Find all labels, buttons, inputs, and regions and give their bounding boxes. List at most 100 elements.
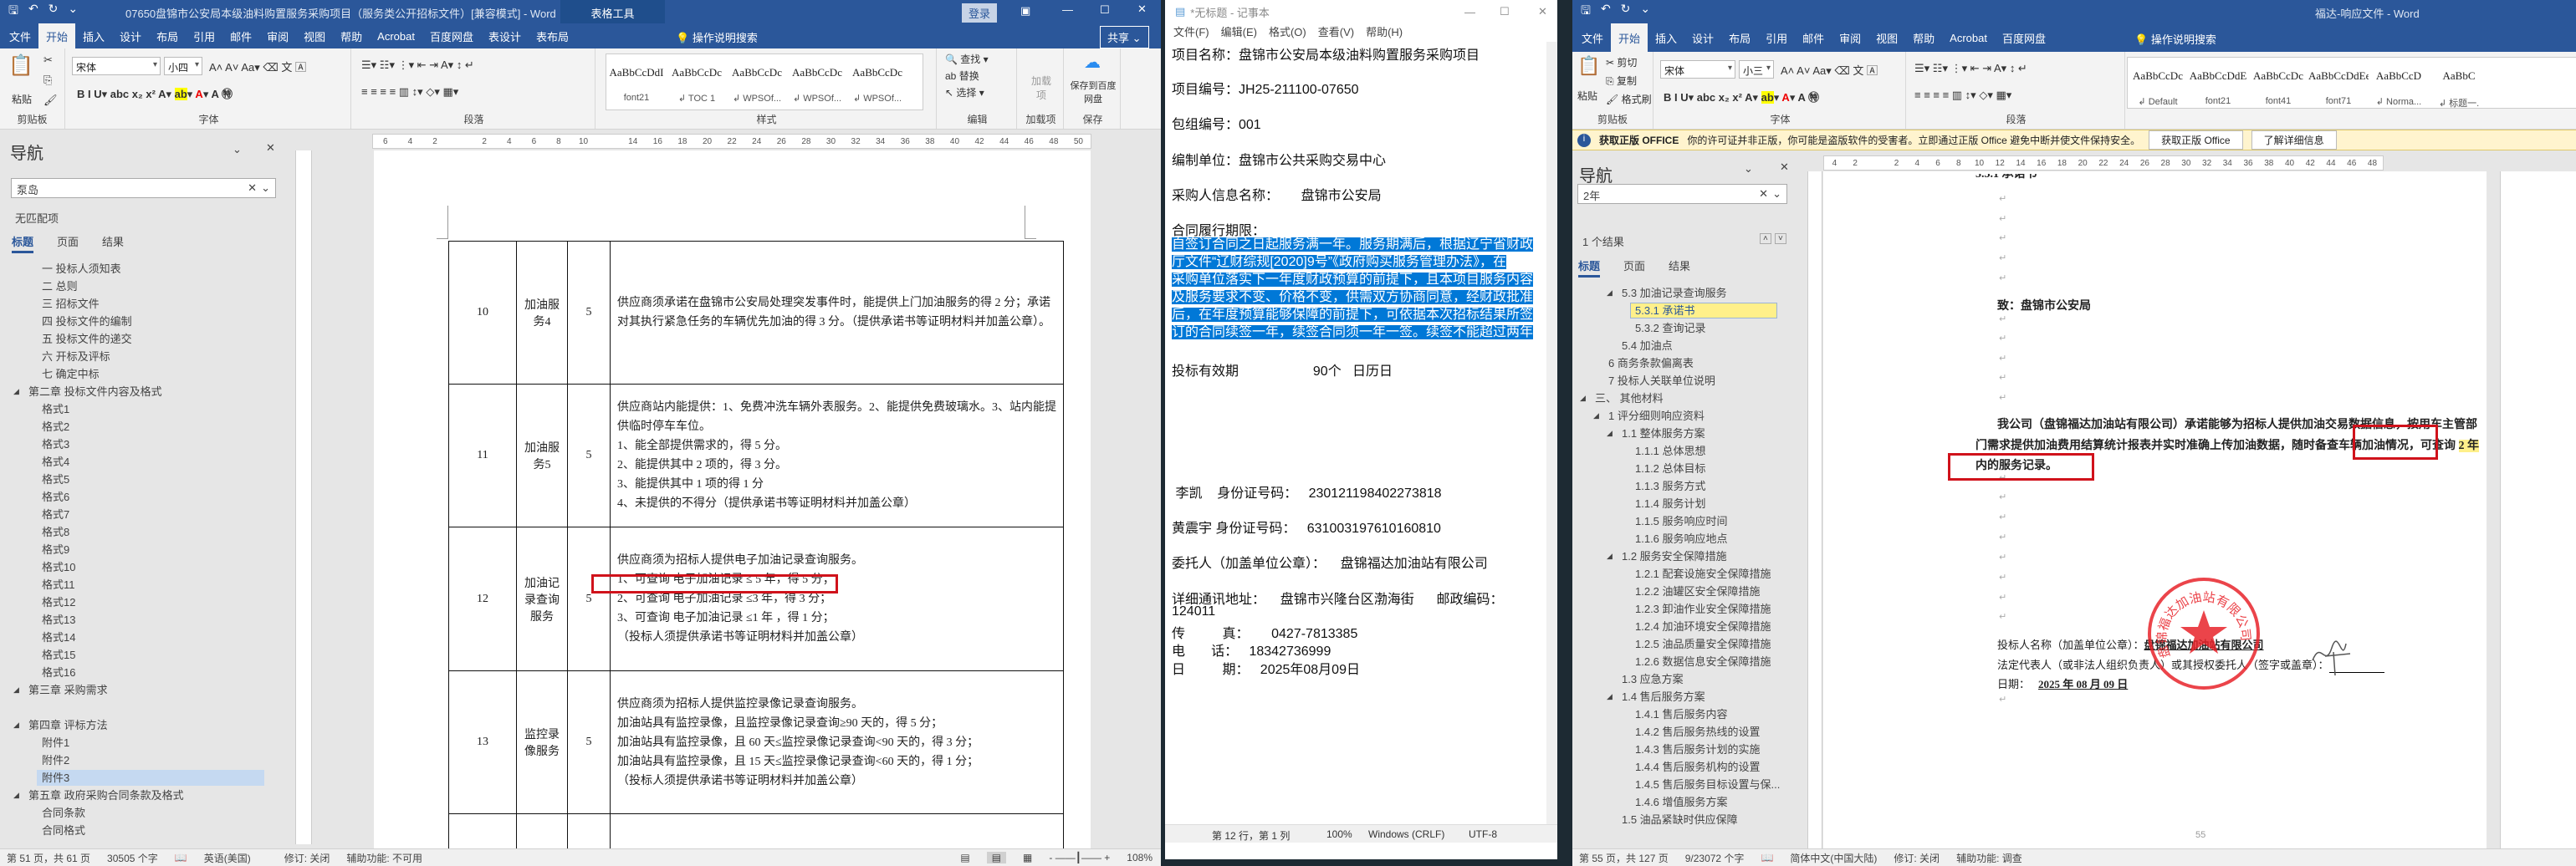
page-count[interactable]: 第 51 页，共 61 页 bbox=[7, 851, 90, 865]
nav-item[interactable]: 1.1.6 服务响应地点 bbox=[1572, 530, 1802, 548]
font-name-select[interactable]: 宋体 bbox=[72, 57, 161, 75]
tab-9[interactable]: 帮助 bbox=[333, 23, 370, 48]
nav-item[interactable]: 格式13 bbox=[0, 611, 368, 629]
nav-item[interactable]: 1.2.6 数据信息安全保障措施 bbox=[1572, 653, 1802, 670]
nav-item[interactable]: ◢ 1.2 服务安全保障措施 bbox=[1572, 548, 1802, 565]
save-to-baidu-button[interactable]: 保存到百度网盘 bbox=[1069, 79, 1117, 105]
format-painter-button[interactable]: 🖌 格式刷 bbox=[1606, 92, 1652, 106]
nav-item[interactable]: 合同格式 bbox=[0, 822, 368, 839]
previous-result-button[interactable]: ˄ bbox=[1760, 233, 1771, 244]
copy-icon[interactable]: ⎘ bbox=[43, 74, 52, 87]
cut-icon[interactable]: ✂ bbox=[43, 53, 53, 67]
nav-search-input[interactable]: 泵岛 ✕ ⌄ bbox=[11, 178, 276, 198]
tab-pages[interactable]: 页面 bbox=[1623, 257, 1645, 278]
tab-headings[interactable]: 标题 bbox=[1578, 257, 1601, 278]
nav-item[interactable]: 1.2.2 油罐区安全保障措施 bbox=[1572, 583, 1802, 600]
menu-item[interactable]: 格式(O) bbox=[1269, 23, 1306, 42]
nav-item[interactable]: ◢ 1 评分细则响应资料 bbox=[1572, 407, 1802, 425]
nav-item[interactable]: 附件2 bbox=[0, 751, 368, 769]
minimize-button[interactable]: — bbox=[1062, 3, 1073, 16]
nav-item[interactable]: 7 投标人关联单位说明 bbox=[1572, 372, 1802, 390]
nav-item[interactable]: 5.3.2 查询记录 bbox=[1572, 319, 1802, 337]
expand-triangle-icon[interactable]: ◢ bbox=[1607, 688, 1613, 706]
tab-8[interactable]: 视图 bbox=[296, 23, 333, 48]
nav-item[interactable]: 附件1 bbox=[0, 734, 368, 751]
page-count[interactable]: 第 55 页，共 127 页 bbox=[1579, 851, 1669, 865]
cut-button[interactable]: ✂ 剪切 bbox=[1606, 55, 1637, 69]
tab-13[interactable]: 表布局 bbox=[529, 23, 576, 48]
nav-item[interactable]: 三 招标文件 bbox=[0, 295, 368, 313]
nav-item[interactable]: 1.4.4 售后服务机构的设置 bbox=[1572, 758, 1802, 776]
nav-options-icon[interactable]: ⌄ bbox=[1744, 162, 1753, 176]
tell-me-search[interactable]: 💡 操作说明搜索 bbox=[676, 29, 758, 45]
language-status[interactable]: 简体中文(中国大陆) bbox=[1790, 851, 1877, 865]
zoom-level[interactable]: 108% bbox=[1127, 852, 1153, 863]
vertical-ruler[interactable] bbox=[295, 150, 312, 844]
menu-item[interactable]: 文件(F) bbox=[1173, 23, 1209, 42]
tab-10[interactable]: Acrobat bbox=[1942, 23, 1995, 52]
nav-item[interactable]: 1.5 油品紧缺时供应保障 bbox=[1572, 811, 1802, 828]
list-icons[interactable]: ☰▾ ☷▾ ⋮▾ ⇤ ⇥ A▾ ↕ ↵ bbox=[1914, 62, 2027, 75]
tab-4[interactable]: 布局 bbox=[149, 23, 186, 48]
style-item[interactable]: AaBbCcDdEe font71 bbox=[2308, 58, 2369, 108]
web-layout-icon[interactable]: ▦ bbox=[1023, 852, 1032, 863]
nav-item[interactable]: 5.4 加油点 bbox=[1572, 337, 1802, 354]
scroll-area[interactable] bbox=[1091, 150, 1161, 848]
expand-triangle-icon[interactable]: ◢ bbox=[1607, 548, 1613, 565]
clear-search-icon[interactable]: ✕ bbox=[1759, 187, 1768, 201]
login-button[interactable]: 登录 bbox=[962, 3, 998, 23]
format-painter-icon[interactable]: 🖌 bbox=[43, 94, 58, 107]
undo-icon[interactable]: ↶ bbox=[28, 2, 38, 22]
maximize-button[interactable]: ☐ bbox=[1500, 5, 1510, 18]
ribbon-display-icon[interactable]: ▣ bbox=[1020, 4, 1030, 18]
get-genuine-office-button[interactable]: 获取正版 Office bbox=[2149, 130, 2243, 150]
nav-item[interactable]: 1.2.5 油品质量安全保障措施 bbox=[1572, 635, 1802, 653]
language-status[interactable]: 英语(美国) bbox=[204, 851, 251, 865]
customize-icon[interactable]: ⌄ bbox=[68, 2, 78, 22]
nav-item[interactable]: 1.2.1 配套设施安全保障措施 bbox=[1572, 565, 1802, 583]
expand-triangle-icon[interactable]: ◢ bbox=[1607, 284, 1613, 302]
menu-item[interactable]: 编辑(E) bbox=[1221, 23, 1257, 42]
tab-4[interactable]: 布局 bbox=[1721, 23, 1758, 52]
maximize-button[interactable]: ☐ bbox=[1100, 3, 1110, 17]
search-dropdown-icon[interactable]: ⌄ bbox=[261, 181, 270, 195]
tell-me-search[interactable]: 💡 操作说明搜索 bbox=[2134, 31, 2216, 47]
tab-1[interactable]: 开始 bbox=[1611, 23, 1648, 52]
style-item[interactable]: AaBbCcDc ↲ TOC 1 bbox=[667, 54, 727, 110]
nav-item[interactable]: ◢ 第四章 评标方法 bbox=[0, 716, 368, 734]
nav-item[interactable]: 1.3 应急方案 bbox=[1572, 670, 1802, 688]
align-icons[interactable]: ≡ ≡ ≡ ≡ ▥ ↕▾ ◇▾ ▦▾ bbox=[361, 85, 458, 99]
nav-item[interactable]: 六 开标及评标 bbox=[0, 348, 368, 365]
nav-item[interactable]: 格式9 bbox=[0, 541, 368, 558]
horizontal-ruler[interactable]: 6 4 2 2 4 6 8 10 14 16 18 20 22 24 26 28 30 32 34 36 38 40 42 4… bbox=[372, 134, 1091, 149]
nav-item[interactable]: 1.4.6 增值服务方案 bbox=[1572, 793, 1802, 811]
vertical-ruler[interactable] bbox=[1807, 171, 1822, 848]
nav-item[interactable]: 七 确定中标 bbox=[0, 365, 368, 383]
tab-headings[interactable]: 标题 bbox=[12, 233, 34, 253]
tab-7[interactable]: 审阅 bbox=[1832, 23, 1868, 52]
next-result-button[interactable]: ˅ bbox=[1775, 233, 1786, 244]
tab-0[interactable]: 文件 bbox=[1574, 23, 1611, 52]
nav-item[interactable]: 附件3 bbox=[0, 769, 368, 787]
share-button[interactable]: 共享 ⌄ bbox=[1100, 26, 1149, 48]
tab-7[interactable]: 审阅 bbox=[259, 23, 296, 48]
nav-item[interactable]: 四 投标文件的编制 bbox=[0, 313, 368, 330]
save-icon[interactable]: 🖫 bbox=[1581, 2, 1591, 22]
nav-item[interactable]: 5.3.1 承诺书 bbox=[1572, 302, 1802, 319]
style-item[interactable]: AaBbCcD ↲ Norma... bbox=[2369, 58, 2429, 108]
tab-9[interactable]: 帮助 bbox=[1905, 23, 1942, 52]
nav-item[interactable]: ◢ 1.4 售后服务方案 bbox=[1572, 688, 1802, 706]
select-button[interactable]: ↖ 选择 ▾ bbox=[945, 85, 984, 99]
font-size-select[interactable]: 小三 bbox=[1739, 60, 1774, 79]
tab-12[interactable]: 表设计 bbox=[481, 23, 529, 48]
copy-button[interactable]: ⎘ 复制 bbox=[1606, 74, 1637, 88]
find-button[interactable]: 🔍 查找 ▾ bbox=[945, 52, 989, 66]
nav-item[interactable]: 1.1.4 服务计划 bbox=[1572, 495, 1802, 512]
nav-item[interactable]: 6 商务条款偏离表 bbox=[1572, 354, 1802, 372]
tab-10[interactable]: Acrobat bbox=[370, 23, 422, 48]
read-mode-icon[interactable]: ▤ bbox=[960, 852, 969, 863]
styles-gallery[interactable]: AaBbCcDdI font21 AaBbCcDc ↲ TOC 1 AaBbCcDc ↲ … bbox=[606, 53, 923, 110]
nav-item[interactable]: 格式5 bbox=[0, 471, 368, 488]
paste-icon[interactable]: 📋 bbox=[1577, 55, 1600, 77]
expand-triangle-icon[interactable]: ◢ bbox=[13, 787, 19, 804]
